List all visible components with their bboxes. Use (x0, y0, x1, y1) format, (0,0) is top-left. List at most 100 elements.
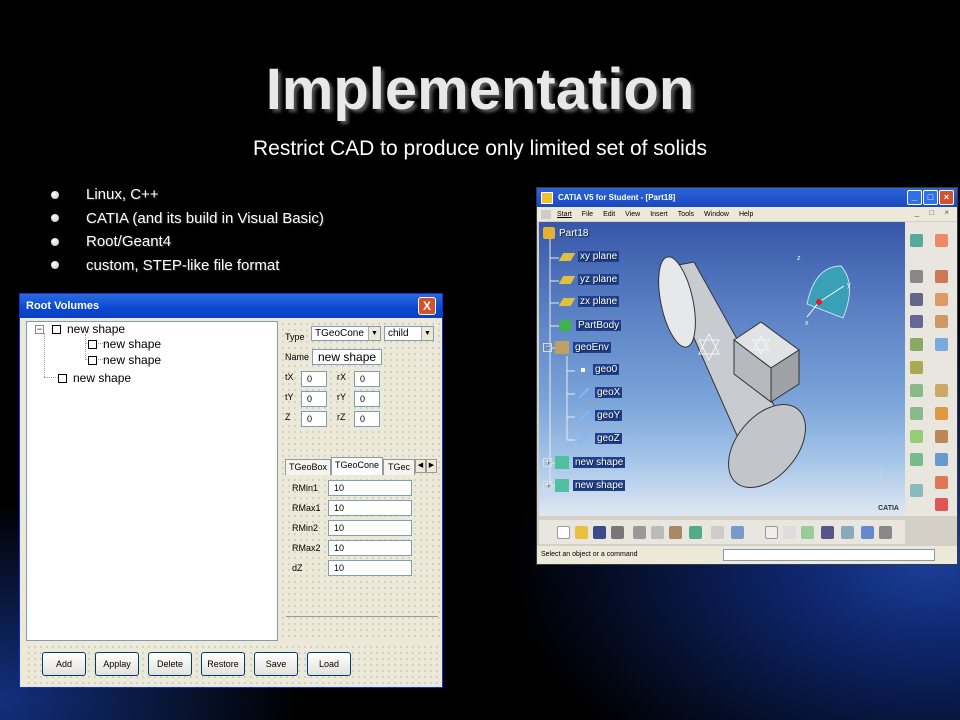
formula-icon[interactable] (765, 526, 778, 539)
menu-tools[interactable]: Tools (678, 211, 694, 218)
rib-icon[interactable] (910, 384, 923, 397)
restore-button[interactable]: Restore (201, 652, 245, 676)
knowledge-icon[interactable] (801, 526, 814, 539)
ty-input[interactable]: 0 (301, 391, 327, 407)
delete-button[interactable]: Delete (148, 652, 192, 676)
undo-icon[interactable] (689, 526, 702, 539)
tx-input[interactable]: 0 (301, 371, 327, 387)
add-button[interactable]: Add (42, 652, 86, 676)
apply-button[interactable]: Applay (95, 652, 139, 676)
chevron-right-icon[interactable]: ▶ (426, 459, 437, 473)
dz-input[interactable]: 10 (328, 560, 412, 576)
load-button[interactable]: Load (307, 652, 351, 676)
tool-icon[interactable] (935, 234, 948, 247)
close-icon[interactable]: × (939, 190, 954, 205)
shaft-icon[interactable] (910, 315, 923, 328)
tree-node[interactable]: − new shape (35, 322, 125, 336)
menu-start[interactable]: Start (557, 211, 572, 218)
tool-icon[interactable] (935, 270, 948, 283)
lock-icon[interactable] (879, 526, 892, 539)
rz-input[interactable]: 0 (354, 411, 380, 427)
save-button[interactable]: Save (254, 652, 298, 676)
maximize-icon[interactable]: □ (923, 190, 938, 205)
menu-view[interactable]: View (625, 211, 640, 218)
catia-3d-viewport[interactable]: z y x Part18 xy plane yz plane zx plane … (539, 222, 905, 516)
ry-input[interactable]: 0 (354, 391, 380, 407)
name-input[interactable]: new shape (312, 349, 382, 365)
tree-item-part[interactable]: Part18 (543, 227, 588, 239)
loft-icon[interactable] (910, 453, 923, 466)
tool-icon[interactable] (935, 430, 948, 443)
pocket-icon[interactable] (910, 293, 923, 306)
tool-icon[interactable] (935, 293, 948, 306)
tool-icon[interactable] (935, 498, 948, 511)
stiffener-icon[interactable] (910, 430, 923, 443)
chevron-left-icon[interactable]: ◀ (415, 459, 426, 473)
sketch-icon[interactable] (910, 234, 923, 247)
tree-item-plane[interactable]: xy plane (558, 251, 620, 262)
collapse-icon[interactable]: − (543, 343, 552, 352)
cut-icon[interactable] (633, 526, 646, 539)
mdi-controls-icon[interactable]: _ □ × (915, 208, 953, 217)
comment-icon[interactable] (783, 526, 796, 539)
type-select[interactable]: TGeoCone ▼ (311, 326, 381, 341)
catalog-icon[interactable] (861, 526, 874, 539)
tool-icon[interactable] (935, 384, 948, 397)
child-select[interactable]: child ▼ (384, 326, 434, 341)
tree-item-plane[interactable]: yz plane (558, 274, 620, 285)
groove-icon[interactable] (910, 338, 923, 351)
rmax1-input[interactable]: 10 (328, 500, 412, 516)
menu-window[interactable]: Window (704, 211, 729, 218)
rmax2-input[interactable]: 10 (328, 540, 412, 556)
help-icon[interactable] (731, 526, 744, 539)
redo-icon[interactable] (711, 526, 724, 539)
collapse-icon[interactable]: − (35, 324, 44, 334)
tree-item-plane[interactable]: zx plane (558, 296, 620, 307)
new-file-icon[interactable] (557, 526, 570, 539)
z-input[interactable]: 0 (301, 411, 327, 427)
tool-icon[interactable] (935, 453, 948, 466)
expand-icon[interactable]: + (543, 481, 552, 490)
tree-item-partbody[interactable]: PartBody (559, 319, 622, 332)
expand-icon[interactable]: + (543, 458, 552, 467)
tool-icon[interactable] (935, 315, 948, 328)
chevron-down-icon[interactable]: ▼ (368, 327, 380, 340)
rmin2-input[interactable]: 10 (328, 520, 412, 536)
tree-node[interactable]: new shape (88, 337, 161, 351)
tree-item-geoenv[interactable]: − geoEnv (543, 341, 611, 354)
catia-titlebar[interactable]: CATIA V5 for Student - [Part18] (537, 188, 957, 207)
tree-item-line[interactable]: geoY (577, 409, 623, 422)
tree-item-point[interactable]: geo0 (577, 364, 620, 375)
pad-icon[interactable] (910, 270, 923, 283)
tab-tgec[interactable]: TGec (383, 459, 415, 475)
slot-icon[interactable] (910, 407, 923, 420)
save-icon[interactable] (593, 526, 606, 539)
analysis-icon[interactable] (841, 526, 854, 539)
minimize-icon[interactable]: _ (907, 190, 922, 205)
tree-item-line[interactable]: geoZ (577, 432, 622, 445)
measure-icon[interactable] (910, 484, 923, 497)
menu-edit[interactable]: Edit (603, 211, 615, 218)
tree-node[interactable]: new shape (88, 353, 161, 367)
copy-icon[interactable] (651, 526, 664, 539)
menu-help[interactable]: Help (739, 211, 753, 218)
tab-tgeobox[interactable]: TGeoBox (285, 459, 331, 475)
tool-icon[interactable] (935, 476, 948, 489)
menu-insert[interactable]: Insert (650, 211, 668, 218)
root-volumes-titlebar[interactable]: Root Volumes (20, 294, 442, 318)
close-button[interactable]: X (418, 297, 436, 315)
tab-tgeocone[interactable]: TGeoCone (331, 457, 383, 475)
paste-icon[interactable] (669, 526, 682, 539)
hole-icon[interactable] (910, 361, 923, 374)
tree-node[interactable]: new shape (58, 371, 131, 385)
print-icon[interactable] (611, 526, 624, 539)
tree-item-shape[interactable]: + new shape (543, 456, 626, 469)
chevron-down-icon[interactable]: ▼ (421, 327, 433, 340)
table-icon[interactable] (821, 526, 834, 539)
rmin1-input[interactable]: 10 (328, 480, 412, 496)
tool-icon[interactable] (935, 407, 948, 420)
command-input[interactable] (723, 549, 935, 561)
tool-icon[interactable] (935, 338, 948, 351)
open-folder-icon[interactable] (575, 526, 588, 539)
rx-input[interactable]: 0 (354, 371, 380, 387)
